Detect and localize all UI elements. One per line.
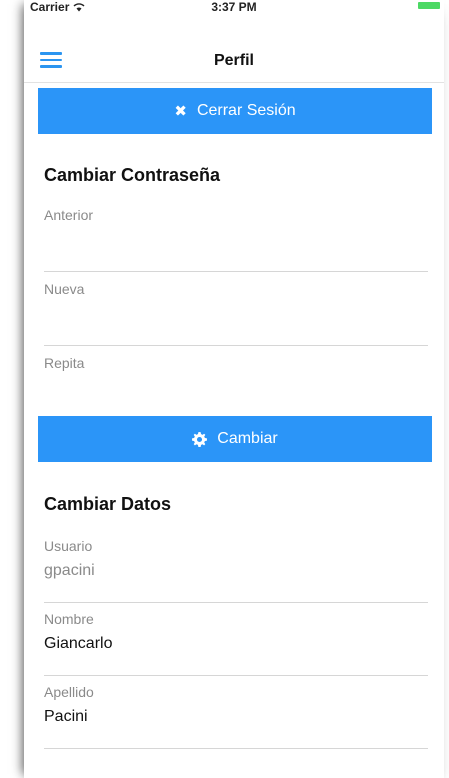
username-value: gpacini [44,562,95,579]
new-password-input[interactable] [44,303,428,327]
last-name-field: Apellido Pacini [44,684,428,749]
repeat-password-label: Repita [44,355,85,371]
status-time: 3:37 PM [211,0,257,14]
change-password-button[interactable]: Cambiar [38,416,432,462]
new-password-label: Nueva [44,281,85,297]
username-label: Usuario [44,538,93,554]
change-data-heading: Cambiar Datos [44,494,172,514]
last-name-label: Apellido [44,684,94,700]
logout-button-label: Cerrar Sesión [196,102,296,119]
username-field: Usuario gpacini [44,538,428,603]
repeat-password-input[interactable] [44,377,428,401]
gear-icon [192,431,208,447]
logout-button[interactable]: ✖ Cerrar Sesión [38,88,432,134]
repeat-password-field: Repita [44,355,428,420]
navigation-bar: Perfil [24,40,444,83]
change-password-heading: Cambiar Contraseña [44,165,221,185]
battery-icon [418,2,440,9]
close-icon: ✖ [174,102,187,120]
page-title: Perfil [213,52,254,69]
old-password-label: Anterior [44,207,94,223]
old-password-input[interactable] [44,229,428,253]
phone-screen: Carrier 3:37 PM Perfil ✖ Cerrar Sesión C… [24,0,444,778]
change-password-button-label: Cambiar [217,430,278,447]
status-bar: Carrier 3:37 PM [24,0,444,22]
first-name-label: Nombre [44,611,94,627]
first-name-field: Nombre Giancarlo [44,611,428,676]
last-name-value[interactable]: Pacini [44,708,88,726]
new-password-field: Nueva [44,281,428,346]
first-name-value[interactable]: Giancarlo [44,635,112,653]
old-password-field: Anterior [44,207,428,272]
